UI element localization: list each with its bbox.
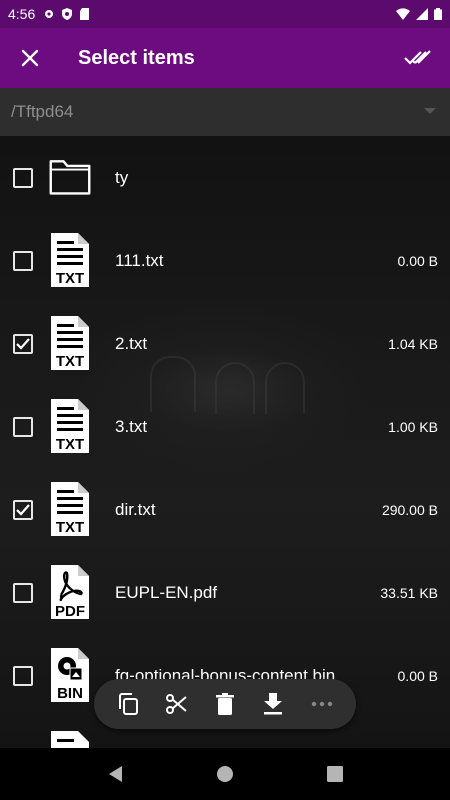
list-item[interactable]: TXT dir.txt 290.00 B xyxy=(0,468,450,551)
checkbox[interactable] xyxy=(13,416,33,437)
cut-icon xyxy=(165,694,187,714)
file-name: 111.txt xyxy=(115,250,164,270)
home-icon xyxy=(217,766,233,782)
checkbox[interactable] xyxy=(13,167,33,188)
file-size: 33.51 KB xyxy=(380,584,438,601)
file-type-label: TXT xyxy=(56,353,84,370)
dropdown-arrow-icon xyxy=(424,108,436,114)
copy-icon xyxy=(119,693,139,715)
app-bar: Select items xyxy=(0,28,450,88)
selection-action-bar xyxy=(94,679,356,729)
select-all-button[interactable] xyxy=(394,28,442,88)
check-icon xyxy=(16,503,30,516)
signal-icon xyxy=(416,8,428,20)
file-type-label: TXT xyxy=(56,436,84,453)
file-name: 2.txt xyxy=(115,333,148,353)
bin-file-icon: BIN xyxy=(51,648,89,702)
download-icon xyxy=(264,693,283,715)
back-icon xyxy=(109,766,122,782)
txt-file-icon: TXT xyxy=(51,399,89,453)
txt-file-icon: TXT xyxy=(51,316,89,370)
sd-card-icon xyxy=(80,8,90,20)
wifi-icon xyxy=(396,8,410,20)
file-size: 1.04 KB xyxy=(388,335,438,352)
home-button[interactable] xyxy=(205,754,245,794)
txt-file-icon: TXT xyxy=(51,482,89,536)
file-size: 1.00 KB xyxy=(388,418,438,435)
file-name: EUPL-EN.pdf xyxy=(115,582,218,602)
more-button[interactable] xyxy=(304,686,340,722)
gear-icon xyxy=(45,10,54,18)
txt-file-icon xyxy=(51,731,89,748)
file-type-label: BIN xyxy=(57,685,83,702)
list-item[interactable]: ty xyxy=(0,136,450,219)
delete-button[interactable] xyxy=(207,686,243,722)
file-size: 0.00 B xyxy=(397,667,438,684)
list-item[interactable]: TXT 111.txt 0.00 B xyxy=(0,219,450,302)
list-item[interactable]: TXT 3.txt 1.00 KB xyxy=(0,385,450,468)
file-name: dir.txt xyxy=(115,499,156,519)
download-button[interactable] xyxy=(255,686,291,722)
system-nav-bar xyxy=(0,748,450,800)
list-item[interactable]: TXT 2.txt 1.04 KB xyxy=(0,302,450,385)
check-icon xyxy=(16,337,30,350)
recents-button[interactable] xyxy=(315,754,355,794)
file-type-label: TXT xyxy=(56,519,84,536)
battery-icon xyxy=(434,8,442,20)
path-text: /Tftpd64 xyxy=(11,102,74,121)
close-button[interactable] xyxy=(0,28,60,88)
file-type-label: PDF xyxy=(55,603,85,620)
file-name: ty xyxy=(115,167,129,187)
pdf-file-icon: PDF xyxy=(51,565,89,620)
list-item[interactable]: PDF EUPL-EN.pdf 33.51 KB xyxy=(0,551,450,634)
copy-button[interactable] xyxy=(110,686,146,722)
file-size: 0.00 B xyxy=(397,252,438,269)
more-icon xyxy=(311,701,332,707)
checkbox[interactable] xyxy=(13,665,33,686)
back-button[interactable] xyxy=(95,754,135,794)
checkbox-checked[interactable] xyxy=(13,499,33,520)
delete-icon xyxy=(215,693,234,715)
checkbox-checked[interactable] xyxy=(13,333,33,354)
path-bar[interactable]: /Tftpd64 xyxy=(0,88,450,136)
page-title: Select items xyxy=(78,46,195,69)
double-check-icon xyxy=(404,50,431,65)
file-size: 290.00 B xyxy=(381,501,438,518)
cut-button[interactable] xyxy=(159,686,195,722)
close-icon xyxy=(21,49,39,67)
file-name: 3.txt xyxy=(115,416,148,436)
status-bar: 4:56 xyxy=(0,0,450,28)
status-time: 4:56 xyxy=(8,6,36,22)
folder-icon xyxy=(49,160,91,195)
recents-icon xyxy=(327,766,343,782)
checkbox[interactable] xyxy=(13,250,33,271)
checkbox[interactable] xyxy=(13,582,33,603)
file-type-label: TXT xyxy=(56,270,84,287)
shield-icon xyxy=(62,8,73,20)
txt-file-icon: TXT xyxy=(51,233,89,287)
file-list[interactable]: ty TXT 111.txt 0.00 B TXT 2.txt 1.04 KB … xyxy=(0,136,450,748)
